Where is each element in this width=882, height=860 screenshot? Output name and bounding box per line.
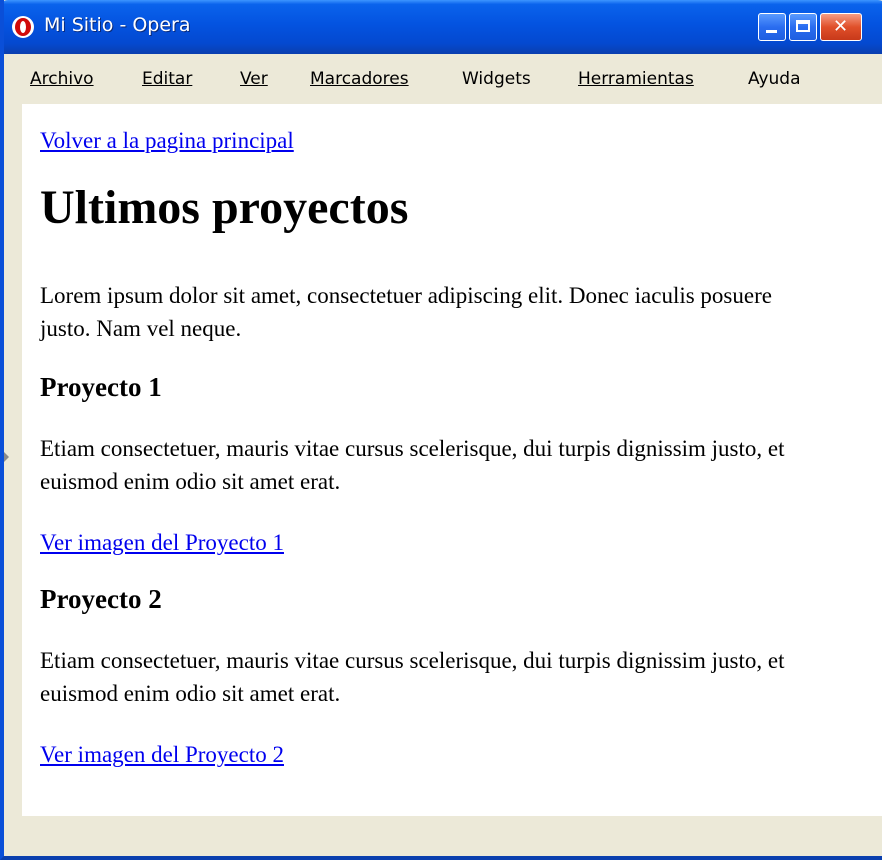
minimize-icon bbox=[766, 30, 777, 33]
project-2-image-link[interactable]: Ver imagen del Proyecto 2 bbox=[40, 742, 284, 768]
menu-item-marcadores[interactable]: Marcadores bbox=[310, 69, 409, 89]
close-button[interactable]: ✕ bbox=[820, 13, 862, 41]
menu-bar: Archivo Editar Ver Marcadores Widgets He… bbox=[4, 54, 882, 104]
menu-item-label: Marcadores bbox=[310, 69, 409, 89]
project-2-description: Etiam consectetuer, mauris vitae cursus … bbox=[40, 648, 785, 706]
project-1-image-link[interactable]: Ver imagen del Proyecto 1 bbox=[40, 530, 284, 556]
menu-item-label: Ver bbox=[240, 69, 268, 89]
intro-paragraph: Lorem ipsum dolor sit amet, consectetuer… bbox=[40, 283, 772, 341]
back-to-home-link[interactable]: Volver a la pagina principal bbox=[40, 128, 294, 154]
menu-item-label: Editar bbox=[142, 69, 193, 89]
project-1-description: Etiam consectetuer, mauris vitae cursus … bbox=[40, 436, 785, 494]
menu-item-widgets[interactable]: Widgets bbox=[462, 69, 531, 89]
status-bar bbox=[4, 816, 882, 856]
window-title: Mi Sitio - Opera bbox=[44, 14, 191, 36]
page-content: Volver a la pagina principal Ultimos pro… bbox=[22, 104, 882, 816]
title-bar[interactable]: Mi Sitio - Opera ✕ bbox=[4, 0, 882, 54]
menu-item-label: Archivo bbox=[30, 69, 94, 89]
menu-item-ayuda[interactable]: Ayuda bbox=[748, 69, 801, 89]
maximize-button[interactable] bbox=[789, 13, 817, 41]
panel-toggle-arrow-icon[interactable] bbox=[4, 452, 9, 462]
menu-item-editar[interactable]: Editar bbox=[142, 69, 192, 89]
opera-icon bbox=[12, 16, 34, 38]
project-1-title: Proyecto 1 bbox=[40, 372, 162, 402]
minimize-button[interactable] bbox=[758, 13, 786, 41]
menu-item-ver[interactable]: Ver bbox=[240, 69, 268, 89]
menu-item-archivo[interactable]: Archivo bbox=[30, 69, 94, 89]
page-title: Ultimos proyectos bbox=[40, 181, 409, 234]
menu-item-label: Widgets bbox=[462, 69, 531, 89]
menu-item-herramientas[interactable]: Herramientas bbox=[578, 69, 694, 89]
menu-item-label: Herramientas bbox=[578, 69, 694, 89]
menu-item-label: Ayuda bbox=[748, 69, 801, 89]
project-2-title: Proyecto 2 bbox=[40, 584, 162, 614]
maximize-icon bbox=[796, 20, 810, 32]
close-icon: ✕ bbox=[833, 16, 849, 37]
browser-window: Mi Sitio - Opera ✕ Archivo Editar Ver Ma… bbox=[0, 0, 882, 860]
